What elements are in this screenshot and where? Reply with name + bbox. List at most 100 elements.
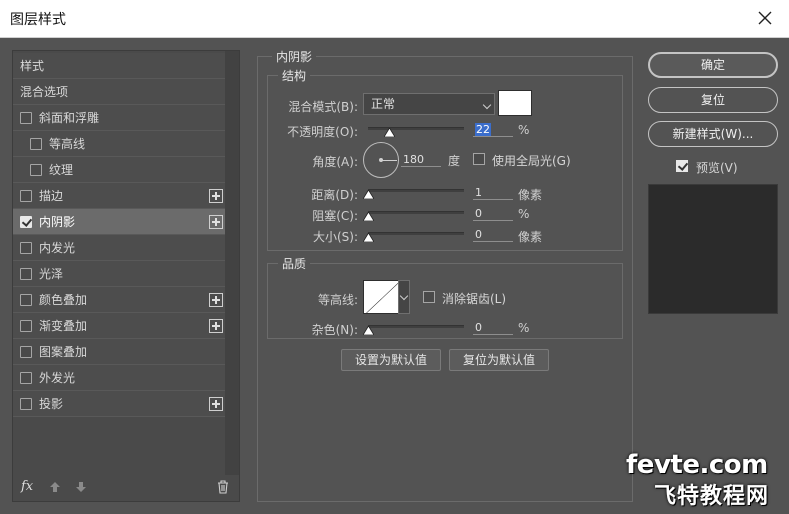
choke-value: 0 <box>475 207 482 220</box>
blend-mode-select[interactable]: 正常 <box>363 93 495 115</box>
distance-input[interactable]: 1 <box>473 186 513 200</box>
add-effect-icon[interactable] <box>209 397 223 411</box>
blend-options-label: 混合选项 <box>20 85 69 99</box>
style-item-label: 投影 <box>39 397 64 411</box>
angle-input[interactable]: 180 <box>401 153 441 167</box>
reset-button[interactable]: 复位 <box>648 87 778 113</box>
size-unit: 像素 <box>518 230 543 244</box>
title-bar: 图层样式 <box>0 0 789 38</box>
contour-dropdown[interactable] <box>398 280 410 314</box>
watermark: fevte.com 飞特教程网 <box>626 450 786 510</box>
style-item[interactable]: 斜面和浮雕 <box>13 105 225 131</box>
style-item-checkbox[interactable] <box>20 190 32 202</box>
styles-list: 样式 混合选项 斜面和浮雕等高线纹理描边内阴影内发光光泽颜色叠加渐变叠加图案叠加… <box>13 53 225 417</box>
choke-slider[interactable] <box>363 208 464 222</box>
style-item[interactable]: 内阴影 <box>13 209 225 235</box>
opacity-label: 不透明度(O): <box>287 125 358 139</box>
contour-picker[interactable] <box>363 280 399 314</box>
style-item-label: 渐变叠加 <box>39 319 88 333</box>
noise-slider[interactable] <box>363 322 464 336</box>
opacity-thumb[interactable] <box>384 128 396 137</box>
quality-title: 品质 <box>278 255 311 272</box>
style-item[interactable]: 图案叠加 <box>13 339 225 365</box>
style-item-label: 等高线 <box>49 137 86 151</box>
structure-group: 结构 混合模式(B): 正常 不透明度(O): 22 % 角度(A): 180 … <box>267 67 623 251</box>
style-item[interactable]: 纹理 <box>13 157 225 183</box>
move-up-icon[interactable] <box>49 481 61 493</box>
inner-shadow-panel: 内阴影 结构 混合模式(B): 正常 不透明度(O): 22 % 角度(A): … <box>257 48 633 502</box>
style-item[interactable]: 内发光 <box>13 235 225 261</box>
ok-button[interactable]: 确定 <box>648 52 778 78</box>
style-item-checkbox[interactable] <box>20 320 32 332</box>
contour-curve-icon <box>364 281 398 313</box>
angle-dial[interactable] <box>363 142 399 178</box>
chevron-down-icon <box>482 100 492 110</box>
choke-thumb[interactable] <box>363 212 374 221</box>
style-item-checkbox[interactable] <box>20 294 32 306</box>
style-item[interactable]: 等高线 <box>13 131 225 157</box>
style-item-checkbox[interactable] <box>20 216 32 228</box>
styles-scrollbar[interactable] <box>225 51 239 477</box>
size-input[interactable]: 0 <box>473 228 513 242</box>
size-value: 0 <box>475 228 482 241</box>
opacity-unit: % <box>518 123 530 137</box>
noise-unit: % <box>518 321 530 335</box>
noise-track <box>368 325 464 328</box>
style-item[interactable]: 渐变叠加 <box>13 313 225 339</box>
style-item-checkbox[interactable] <box>30 164 42 176</box>
noise-input[interactable]: 0 <box>473 321 513 335</box>
style-item-label: 描边 <box>39 189 64 203</box>
style-item-checkbox[interactable] <box>20 346 32 358</box>
contour-label: 等高线: <box>317 293 358 307</box>
distance-slider[interactable] <box>363 186 464 200</box>
reset-default-button[interactable]: 复位为默认值 <box>449 349 549 371</box>
size-thumb[interactable] <box>363 233 374 242</box>
add-effect-icon[interactable] <box>209 319 223 333</box>
choke-track <box>368 211 464 214</box>
style-item-checkbox[interactable] <box>30 138 42 150</box>
preview-checkbox[interactable] <box>676 160 688 172</box>
watermark-line1: fevte.com <box>626 450 768 480</box>
inner-shadow-title: 内阴影 <box>272 48 317 65</box>
antialias-checkbox[interactable] <box>423 291 435 303</box>
style-item[interactable]: 颜色叠加 <box>13 287 225 313</box>
add-effect-icon[interactable] <box>209 189 223 203</box>
style-item-label: 斜面和浮雕 <box>39 111 100 125</box>
global-light-label: 使用全局光(G) <box>492 154 571 168</box>
style-item-checkbox[interactable] <box>20 372 32 384</box>
preview-thumbnail <box>648 184 778 314</box>
style-item-checkbox[interactable] <box>20 268 32 280</box>
close-icon[interactable] <box>753 6 777 30</box>
set-default-button[interactable]: 设置为默认值 <box>341 349 441 371</box>
style-item-label: 光泽 <box>39 267 64 281</box>
style-item-label: 颜色叠加 <box>39 293 88 307</box>
shadow-color-swatch[interactable] <box>498 90 532 116</box>
style-item-checkbox[interactable] <box>20 242 32 254</box>
style-item-label: 内阴影 <box>39 215 76 229</box>
move-down-icon[interactable] <box>75 481 87 493</box>
new-style-button[interactable]: 新建样式(W)... <box>648 121 778 147</box>
style-item-checkbox[interactable] <box>20 112 32 124</box>
trash-icon[interactable] <box>217 480 229 494</box>
style-item[interactable]: 光泽 <box>13 261 225 287</box>
choke-input[interactable]: 0 <box>473 207 513 221</box>
style-item[interactable]: 描边 <box>13 183 225 209</box>
fx-button[interactable]: fx <box>21 479 33 494</box>
antialias-label: 消除锯齿(L) <box>442 292 507 306</box>
size-slider[interactable] <box>363 229 464 243</box>
noise-thumb[interactable] <box>363 326 374 335</box>
preview-label: 预览(V) <box>696 161 738 175</box>
opacity-slider[interactable] <box>368 124 464 138</box>
add-effect-icon[interactable] <box>209 293 223 307</box>
chevron-down-icon <box>399 291 409 301</box>
distance-thumb[interactable] <box>363 190 374 199</box>
styles-footer: fx <box>13 475 239 501</box>
style-item[interactable]: 外发光 <box>13 365 225 391</box>
add-effect-icon[interactable] <box>209 215 223 229</box>
opacity-input[interactable]: 22 <box>473 123 513 137</box>
style-item-checkbox[interactable] <box>20 398 32 410</box>
styles-header[interactable]: 样式 <box>13 53 225 79</box>
global-light-checkbox[interactable] <box>473 153 485 165</box>
blend-options-item[interactable]: 混合选项 <box>13 79 225 105</box>
style-item[interactable]: 投影 <box>13 391 225 417</box>
